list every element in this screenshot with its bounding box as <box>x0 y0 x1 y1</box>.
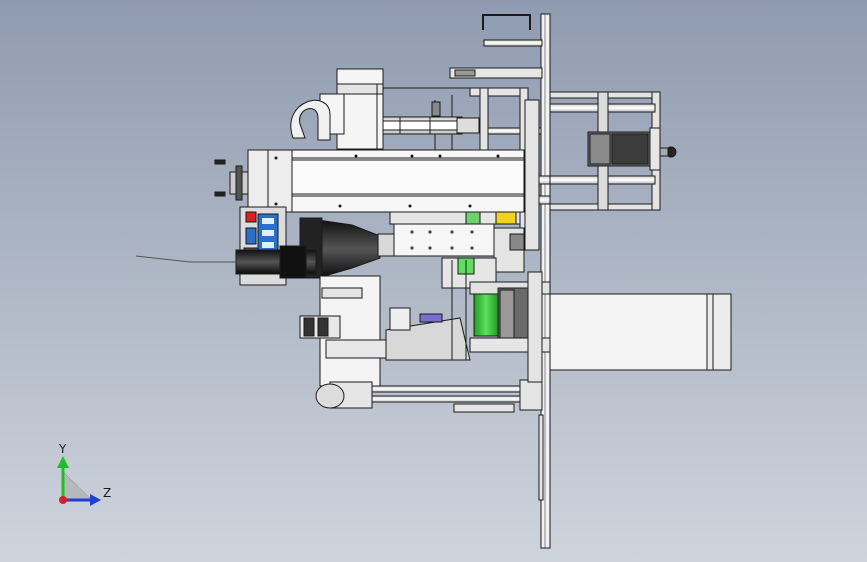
coordinate-triad: Y Z <box>57 442 111 506</box>
cable <box>135 255 236 263</box>
assembly-drawing[interactable]: Y Z <box>0 0 867 562</box>
black-funnel <box>317 219 381 279</box>
z-axis-label: Z <box>103 486 111 500</box>
z-axis-arrow-icon <box>90 494 101 506</box>
green-actuator <box>473 289 499 337</box>
cad-viewport[interactable]: Y Z <box>0 0 867 562</box>
y-axis-label: Y <box>58 442 67 456</box>
guide-rod <box>483 39 543 47</box>
top-bracket <box>482 14 531 30</box>
handle-knob <box>214 159 226 165</box>
yellow-indicator <box>495 211 517 225</box>
large-cylinder <box>549 293 715 371</box>
bottom-rail <box>369 385 529 393</box>
lifting-hook <box>290 99 331 141</box>
connector-plate <box>393 223 495 257</box>
model <box>135 13 732 549</box>
triad-plane <box>62 471 93 501</box>
y-axis-arrow-icon <box>57 456 69 468</box>
x-axis-dot-icon <box>59 496 67 504</box>
roller <box>315 383 345 409</box>
